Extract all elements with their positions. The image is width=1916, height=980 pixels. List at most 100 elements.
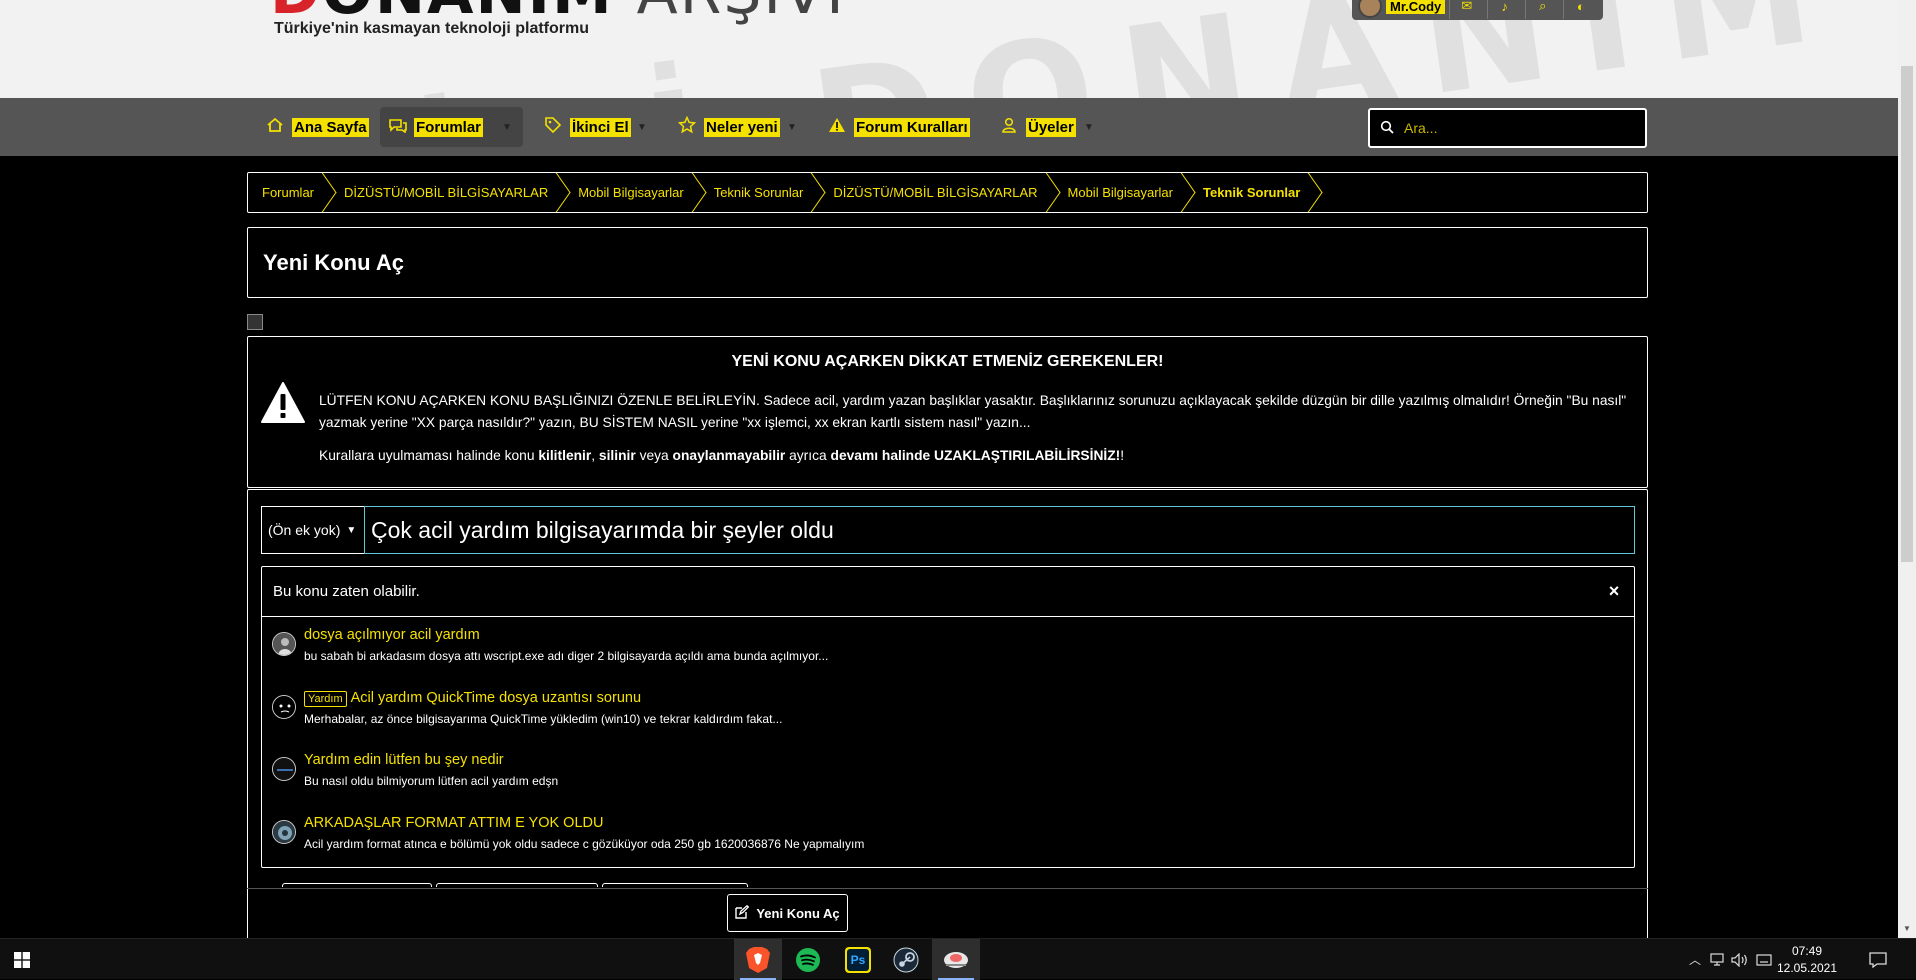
start-button[interactable] xyxy=(0,939,44,980)
breadcrumb-item[interactable]: DİZÜSTÜ/MOBİL BİLGİSAYARLAR xyxy=(330,173,564,212)
volume-icon xyxy=(1731,952,1747,967)
editor-tab[interactable] xyxy=(602,883,748,887)
broken-image-icon xyxy=(247,314,263,330)
create-thread-button[interactable]: Yeni Konu Aç xyxy=(727,894,848,932)
breadcrumb-item[interactable]: Mobil Bilgisayarlar xyxy=(564,173,699,212)
page-scrollbar[interactable]: ▼ xyxy=(1898,0,1916,938)
windows-icon xyxy=(14,951,30,968)
nav-whats-new-label: Neler yeni xyxy=(704,117,780,137)
warning-icon xyxy=(261,382,305,423)
rules-notice: YENİ KONU AÇARKEN DİKKAT ETMENİZ GEREKEN… xyxy=(247,336,1648,488)
clock-date: 12.05.2021 xyxy=(1776,961,1838,975)
prefix-value: (Ön ek yok) xyxy=(268,522,341,538)
nav-second-hand-label: İkinci El xyxy=(570,117,631,137)
nav-members[interactable]: Üyeler xyxy=(992,107,1084,147)
search-icon xyxy=(1380,120,1394,137)
app-icon xyxy=(944,951,968,968)
thread-title-link[interactable]: Yardım Acil yardım QuickTime dosya uzantı… xyxy=(304,690,641,707)
tag-icon xyxy=(544,116,562,139)
home-icon xyxy=(266,117,284,138)
nav-whats-new[interactable]: Neler yeni xyxy=(670,107,788,147)
photoshop-icon: Ps xyxy=(847,948,869,971)
thread-title-link[interactable]: dosya açılmıyor acil yardım xyxy=(304,627,480,643)
notice-text: LÜTFEN KONU AÇARKEN KONU BAŞLIĞINIZI ÖZE… xyxy=(319,393,1627,430)
breadcrumb-current[interactable]: Teknik Sorunlar xyxy=(1189,173,1316,212)
avatar[interactable] xyxy=(272,820,296,844)
search-box[interactable] xyxy=(1368,108,1647,148)
breadcrumb-item[interactable]: DİZÜSTÜ/MOBİL BİLGİSAYARLAR xyxy=(819,173,1053,212)
avatar[interactable] xyxy=(272,695,296,719)
user-icon xyxy=(1000,117,1018,138)
taskbar-spotify[interactable] xyxy=(784,939,832,980)
alerts-button[interactable]: ♪ xyxy=(1487,0,1521,19)
nav-whats-new-dropdown[interactable]: ▼ xyxy=(782,107,802,147)
avatar[interactable] xyxy=(272,632,296,656)
tray-volume[interactable] xyxy=(1728,939,1752,980)
bell-icon: ♪ xyxy=(1501,0,1509,14)
site-header: ARŞİVİ DONANIM ARŞİVİ DONANIM ARŞİVİ Tür… xyxy=(0,0,1898,98)
nav-members-label: Üyeler xyxy=(1026,117,1076,137)
caret-down-icon: ▼ xyxy=(1084,121,1094,133)
divider xyxy=(247,888,1648,889)
penalty-deleted: silinir xyxy=(598,448,636,463)
breadcrumb-item[interactable]: Forumlar xyxy=(248,173,330,212)
thread-title-input[interactable] xyxy=(364,506,1635,554)
thread-snippet: Bu nasıl oldu bilmiyorum lütfen acil yar… xyxy=(304,774,559,788)
search-button[interactable]: ⌕ xyxy=(1525,0,1559,19)
nav-members-dropdown[interactable]: ▼ xyxy=(1079,107,1099,147)
inbox-button[interactable]: ✉ xyxy=(1449,0,1483,19)
taskbar-photoshop[interactable]: Ps xyxy=(834,939,882,980)
taskbar-steam[interactable] xyxy=(882,939,930,980)
prefix-badge: Yardım xyxy=(304,691,347,707)
nav-second-hand[interactable]: İkinci El xyxy=(536,107,639,147)
similar-thread-item[interactable]: ARKADAŞLAR FORMAT ATTIM E YOK OLDU Acil … xyxy=(272,815,1612,859)
theme-button[interactable]: ◐ xyxy=(1563,0,1597,19)
inbox-icon: ✉ xyxy=(1461,0,1473,13)
logo-light-text: ARŞİVİ xyxy=(637,0,846,28)
prefix-select[interactable]: (Ön ek yok) ▼ xyxy=(261,506,364,554)
avatar[interactable] xyxy=(272,757,296,781)
thread-title-link[interactable]: ARKADAŞLAR FORMAT ATTIM E YOK OLDU xyxy=(304,815,603,831)
nav-second-hand-dropdown[interactable]: ▼ xyxy=(632,107,652,147)
taskbar-clock[interactable]: 07:49 12.05.2021 xyxy=(1762,943,1852,977)
editor-tab[interactable] xyxy=(436,883,598,887)
notice-penalty-text: Kurallara uyulmaması halinde konu kilitl… xyxy=(319,448,1124,463)
nav-home[interactable]: Ana Sayfa xyxy=(258,107,377,147)
username-link[interactable]: Mr.Cody xyxy=(1386,0,1446,14)
editor-tab[interactable] xyxy=(282,883,432,887)
breadcrumb-item[interactable]: Teknik Sorunlar xyxy=(700,173,820,212)
chevron-up-icon: ︿ xyxy=(1688,953,1701,967)
browser-viewport: ARŞİVİ DONANIM ARŞİVİ DONANIM ARŞİVİ Tür… xyxy=(0,0,1916,938)
nav-forums-label: Forumlar xyxy=(414,117,484,137)
similar-thread-item[interactable]: Yardım edin lütfen bu şey nedir Bu nasıl… xyxy=(272,752,1612,796)
nav-forums-dropdown[interactable]: ▼ xyxy=(497,107,517,147)
similar-threads-header: Bu konu zaten olabilir. × xyxy=(262,567,1634,617)
nav-home-label: Ana Sayfa xyxy=(292,117,369,137)
breadcrumb: Forumlar DİZÜSTÜ/MOBİL BİLGİSAYARLAR Mob… xyxy=(247,172,1648,213)
editor-tabs xyxy=(282,883,748,887)
thread-title-link[interactable]: Yardım edin lütfen bu şey nedir xyxy=(304,752,504,768)
scroll-thumb[interactable] xyxy=(1901,66,1913,562)
brave-icon xyxy=(746,946,770,973)
nav-forum-rules[interactable]: Forum Kuralları xyxy=(820,107,978,147)
breadcrumb-item[interactable]: Mobil Bilgisayarlar xyxy=(1054,173,1189,212)
user-avatar[interactable] xyxy=(1358,0,1382,18)
create-thread-label: Yeni Konu Aç xyxy=(756,905,840,921)
tray-network[interactable] xyxy=(1706,939,1730,980)
taskbar-app[interactable] xyxy=(932,939,980,980)
penalty-text: , xyxy=(591,448,599,463)
similar-threads-panel: Bu konu zaten olabilir. × dosya açılmıyo… xyxy=(261,566,1635,868)
page-title-box: Yeni Konu Aç xyxy=(247,227,1648,298)
taskbar-brave[interactable] xyxy=(734,939,782,980)
scroll-down-arrow[interactable]: ▼ xyxy=(1898,920,1916,938)
thread-snippet: Merhabalar, az önce bilgisayarıma QuickT… xyxy=(304,712,783,726)
similar-thread-item[interactable]: Yardım Acil yardım QuickTime dosya uzantı… xyxy=(272,690,1612,734)
edit-icon xyxy=(735,904,750,922)
search-input[interactable] xyxy=(1404,120,1624,136)
close-button[interactable]: × xyxy=(1604,581,1624,602)
thread-snippet: bu sabah bi arkadasım dosya attı wscript… xyxy=(304,649,829,663)
caret-down-icon: ▼ xyxy=(787,121,797,133)
notification-center-button[interactable] xyxy=(1858,939,1898,980)
tray-overflow-button[interactable]: ︿ xyxy=(1684,939,1706,980)
similar-thread-item[interactable]: dosya açılmıyor acil yardım bu sabah bi … xyxy=(272,627,1612,671)
